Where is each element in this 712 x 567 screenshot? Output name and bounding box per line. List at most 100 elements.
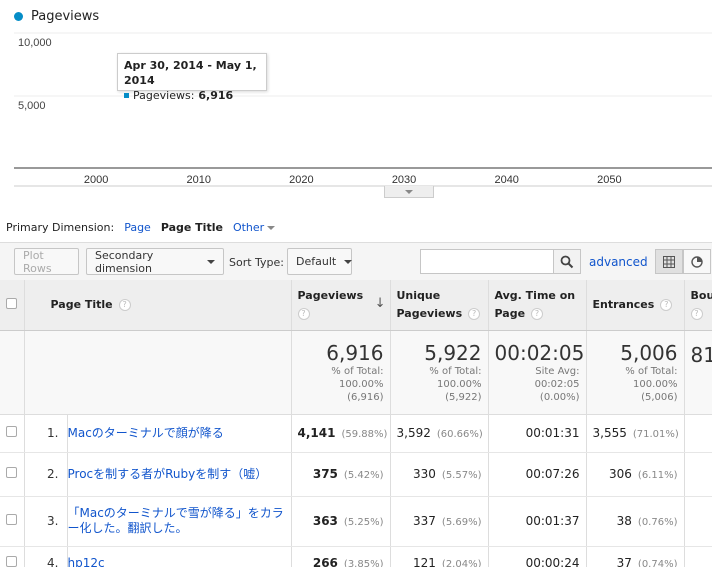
row-pageviews-value: 4,141 <box>297 426 336 440</box>
col-header-pageviews[interactable]: Pageviews ? ↓ <box>291 280 391 331</box>
dimension-other-label: Other <box>232 221 265 234</box>
row-unique-pct: (60.66%) <box>436 429 483 440</box>
help-icon[interactable]: ? <box>468 307 481 320</box>
row-pageviews: 266 (3.85%) <box>291 546 391 567</box>
col-header-avg-time[interactable]: Avg. Time on Page? <box>488 280 587 331</box>
row-unique-value: 3,592 <box>396 426 431 440</box>
summary-unique-l3: (5,922) <box>445 391 482 403</box>
select-all-checkbox[interactable] <box>6 298 18 309</box>
table-row: 1. Macのターミナルで顔が降る 4,141 (59.88%) 3,592 (60.66… <box>0 414 712 453</box>
row-checkbox[interactable] <box>6 467 18 478</box>
x-tick-label: 2030 <box>392 174 416 186</box>
tooltip-series-icon <box>124 93 129 98</box>
summary-entrances: 5,006 % of Total: 100.00% (5,006) <box>586 330 685 415</box>
secondary-dimension-select[interactable]: Secondary dimension <box>86 248 224 275</box>
summary-unique: 5,922 % of Total: 100.00% (5,922) <box>390 330 489 415</box>
chart-collapse-handle[interactable] <box>384 186 434 198</box>
summary-avg-value: 00:02:05 <box>494 340 585 365</box>
row-entrances: 38 (0.76%) <box>586 496 685 547</box>
summary-pageviews: 6,916 % of Total: 100.00% (6,916) <box>291 330 391 415</box>
dimension-page-link[interactable]: Page <box>124 221 151 234</box>
table-view-button[interactable] <box>655 249 683 274</box>
avg-header-line2: Page <box>494 306 526 320</box>
sort-type-select[interactable]: Default <box>287 248 353 275</box>
help-icon[interactable]: ? <box>690 307 703 320</box>
row-page-title-link[interactable]: Procを制する者がRubyを制す（嘘） <box>67 452 292 497</box>
row-page-title-link[interactable]: 「Macのターミナルで雪が降る」をカラー化した。翻訳した。 <box>67 496 292 547</box>
summary-entrances-l2: 100.00% <box>633 378 678 390</box>
unique-header-line1: Unique <box>396 288 441 302</box>
row-avg-time: 00:00:24 <box>488 546 587 567</box>
data-table: Page Title? Pageviews ? ↓ Unique Pagevie… <box>0 280 712 567</box>
row-pageviews-pct: (5.42%) <box>343 470 384 481</box>
row-index: 4. <box>24 546 68 567</box>
row-pageviews-value: 363 <box>312 514 338 528</box>
row-page-title-link[interactable]: hp12c <box>67 546 292 567</box>
summary-unique-l2: 100.00% <box>437 378 482 390</box>
row-bounce <box>684 414 712 453</box>
row-pageviews: 363 (5.25%) <box>291 496 391 547</box>
select-all-cell <box>0 280 25 331</box>
row-pageviews-value: 375 <box>312 467 338 481</box>
row-entrances-value: 3,555 <box>592 426 627 440</box>
advanced-filter-link[interactable]: advanced <box>589 255 648 269</box>
summary-bounce: 81 <box>684 330 712 415</box>
help-icon[interactable]: ? <box>531 307 544 320</box>
row-checkbox[interactable] <box>6 556 18 567</box>
col-header-unique-pageviews[interactable]: Unique Pageviews? <box>390 280 489 331</box>
dimension-other-dropdown[interactable]: Other <box>232 221 276 234</box>
view-toggle-group <box>655 249 711 274</box>
summary-label-cell <box>24 330 292 415</box>
row-unique: 337 (5.69%) <box>390 496 489 547</box>
row-index: 1. <box>24 414 68 453</box>
bounce-header-label: Bour <box>690 288 712 302</box>
search-button[interactable] <box>553 249 581 274</box>
row-pageviews-pct: (3.85%) <box>343 559 384 567</box>
row-checkbox[interactable] <box>6 426 18 437</box>
help-icon[interactable]: ? <box>297 307 310 320</box>
row-select-cell <box>0 546 25 567</box>
summary-empty-cell <box>0 330 25 415</box>
x-tick-label: 2010 <box>187 174 211 186</box>
summary-entrances-l1: % of Total: <box>625 365 678 377</box>
row-unique: 121 (2.04%) <box>390 546 489 567</box>
help-icon[interactable]: ? <box>660 299 673 312</box>
row-pageviews-pct: (5.25%) <box>343 517 384 528</box>
entrances-header-label: Entrances <box>592 298 655 312</box>
dimension-page-title-active[interactable]: Page Title <box>161 221 223 234</box>
x-tick-label: 2040 <box>494 174 518 186</box>
summary-pageviews-l3: (6,916) <box>347 391 384 403</box>
y-tick-label: 5,000 <box>18 100 46 112</box>
pie-view-button[interactable] <box>683 249 711 274</box>
row-select-cell <box>0 414 25 453</box>
table-body: 1. Macのターミナルで顔が降る 4,141 (59.88%) 3,592 (60.66… <box>0 414 712 567</box>
col-header-page-title[interactable]: Page Title? <box>24 280 292 331</box>
row-pageviews-value: 266 <box>312 556 338 567</box>
tooltip-date: Apr 30, 2014 - May 1, 2014 <box>124 59 257 87</box>
plot-rows-button[interactable]: Plot Rows <box>14 248 79 275</box>
sort-type-value: Default <box>296 255 337 268</box>
table-search-input[interactable] <box>420 249 554 274</box>
summary-unique-l1: % of Total: <box>429 365 482 377</box>
row-entrances-value: 37 <box>616 556 632 567</box>
row-entrances-pct: (0.74%) <box>637 559 678 567</box>
col-header-bounce[interactable]: Bour ? <box>684 280 712 331</box>
row-page-title-link[interactable]: Macのターミナルで顔が降る <box>67 414 292 453</box>
chevron-down-icon <box>405 189 413 194</box>
row-pageviews: 375 (5.42%) <box>291 452 391 497</box>
chevron-down-icon <box>207 259 215 264</box>
summary-unique-value: 5,922 <box>424 340 482 365</box>
pie-chart-icon <box>691 255 703 268</box>
y-tick-label: 10,000 <box>18 37 52 49</box>
help-icon[interactable]: ? <box>118 299 131 312</box>
summary-pageviews-l1: % of Total: <box>331 365 384 377</box>
page-title-header-label: Page Title <box>50 298 113 312</box>
summary-pageviews-l2: 100.00% <box>339 378 384 390</box>
row-bounce <box>684 452 712 497</box>
summary-avg-l1: Site Avg: <box>535 365 580 377</box>
col-header-entrances[interactable]: Entrances? <box>586 280 685 331</box>
x-tick-label: 2020 <box>289 174 313 186</box>
row-index: 2. <box>24 452 68 497</box>
chevron-down-icon <box>344 259 353 264</box>
row-checkbox[interactable] <box>6 514 18 525</box>
